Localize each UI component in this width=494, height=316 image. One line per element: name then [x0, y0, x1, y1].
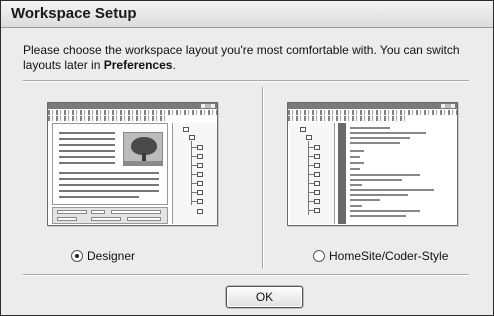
folder-icon: [189, 135, 195, 140]
folder-icon: [306, 135, 312, 140]
coder-radio-label[interactable]: HomeSite/Coder-Style: [329, 249, 448, 263]
file-icon: [197, 190, 203, 195]
file-icon: [197, 154, 203, 159]
folder-icon: [183, 127, 189, 132]
designer-radio-label[interactable]: Designer: [87, 249, 135, 263]
instructions-text-end: .: [172, 58, 176, 72]
file-icon: [314, 145, 320, 150]
file-icon: [197, 163, 203, 168]
coder-radio-option[interactable]: HomeSite/Coder-Style: [313, 248, 448, 264]
preview-toolbar-secondary: [48, 116, 167, 121]
bottom-separator: [23, 274, 469, 276]
preview-code-view: [338, 123, 455, 224]
designer-radio-button[interactable]: [71, 250, 83, 262]
preview-line-gutter: [338, 123, 346, 224]
preview-toolbar-secondary: [288, 116, 407, 121]
coder-layout-preview[interactable]: [287, 102, 458, 226]
coder-radio-button[interactable]: [313, 250, 325, 262]
preview-file-panel: [172, 123, 217, 224]
instructions-text: Please choose the workspace layout you'r…: [23, 43, 473, 73]
top-separator: [23, 80, 469, 82]
file-icon: [314, 154, 320, 159]
designer-radio-option[interactable]: Designer: [71, 248, 135, 264]
vertical-separator: [262, 87, 264, 269]
preview-titlebar: [48, 103, 217, 109]
file-icon: [197, 181, 203, 186]
preview-titlebar: [288, 103, 457, 109]
preferences-emphasis: Preferences: [103, 58, 173, 72]
preview-design-view: [52, 123, 168, 205]
dialog-title: Workspace Setup: [11, 5, 137, 22]
workspace-setup-dialog: Workspace Setup Please choose the worksp…: [0, 0, 494, 316]
file-icon: [314, 181, 320, 186]
title-bar: Workspace Setup: [1, 1, 493, 28]
ok-button[interactable]: OK: [226, 286, 303, 308]
preview-toolbar: [288, 110, 457, 115]
file-icon: [314, 172, 320, 177]
instructions-text-main: Please choose the workspace layout you'r…: [23, 43, 460, 72]
tree-image-icon: [123, 132, 163, 166]
file-icon: [197, 145, 203, 150]
folder-icon: [300, 127, 306, 132]
preview-file-panel: [290, 123, 335, 224]
file-icon: [197, 172, 203, 177]
file-icon: [314, 208, 320, 213]
file-icon: [314, 190, 320, 195]
file-icon: [197, 209, 203, 214]
preview-toolbar: [48, 110, 217, 115]
preview-properties-panel: [52, 207, 168, 224]
file-icon: [314, 163, 320, 168]
designer-layout-preview[interactable]: [47, 102, 218, 226]
file-icon: [314, 199, 320, 204]
file-icon: [197, 199, 203, 204]
